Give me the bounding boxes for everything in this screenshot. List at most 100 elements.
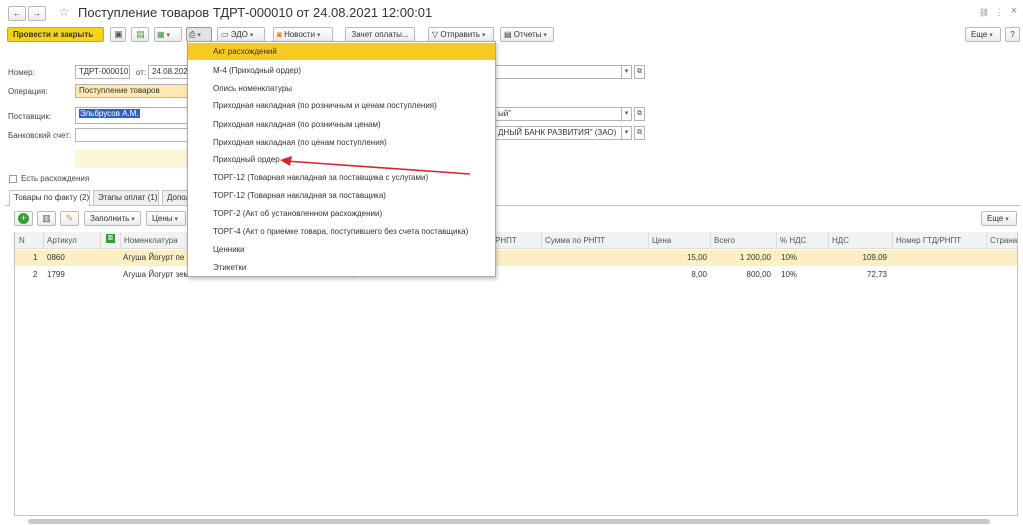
help-button[interactable]: ? <box>1005 27 1020 42</box>
fill-button[interactable]: Заполнить <box>84 211 141 226</box>
row-price: 8,00 <box>691 270 707 279</box>
col-gtd[interactable]: Номер ГТД/РНПТ <box>892 232 986 249</box>
prices-label: Цены <box>152 214 173 223</box>
number-label: Номер: <box>8 68 35 77</box>
tab-additional[interactable]: Дополнительно <box>162 190 189 205</box>
menu-item-inventory-list[interactable]: Опись номенклатуры <box>188 80 495 97</box>
bank-field[interactable]: ДНЫЙ БАНК РАЗВИТИЯ" (ЗАО) <box>494 126 622 140</box>
fill-label: Заполнить <box>90 214 130 223</box>
supplier-label: Поставщик: <box>8 112 52 121</box>
bank-dropdown-icon[interactable]: ▾ <box>621 126 632 140</box>
operation-field[interactable]: Поступление товаров <box>75 84 188 98</box>
row-nomenclature: Агуша Йогурт пе <box>123 253 185 262</box>
tabs-baseline <box>5 205 1020 206</box>
date-field[interactable]: 24.08.2021 <box>148 65 188 79</box>
operation-label: Операция: <box>8 87 48 96</box>
barcode-icon: ▥ <box>42 213 51 223</box>
favorite-star-icon[interactable]: ☆ <box>57 6 71 19</box>
bank-open-icon[interactable]: ⧉ <box>634 126 645 140</box>
row-price: 15,00 <box>686 253 707 262</box>
invoice-payment-button[interactable]: Зачет оплаты... <box>345 27 415 42</box>
row-n: 1 <box>33 253 38 262</box>
nav-back-button[interactable]: ← <box>8 6 26 21</box>
bank-account-field[interactable] <box>75 128 188 142</box>
col-nomenclature[interactable]: Номенклатура <box>120 232 188 249</box>
row-n: 2 <box>33 270 38 279</box>
bank-account-label: Банковский счет: <box>8 131 72 140</box>
row-vat-rate: 10% <box>781 270 798 279</box>
menu-item-labels[interactable]: Этикетки <box>188 259 495 276</box>
supplier-field[interactable]: Эльбрусов А.М. <box>75 107 188 124</box>
col-sum-rnpt[interactable]: Сумма по РНПТ <box>541 232 648 249</box>
row-total: 800,00 <box>746 270 771 279</box>
news-label: Новости <box>284 30 316 39</box>
contract-dropdown-icon[interactable]: ▾ <box>621 107 632 121</box>
menu-item-torg4[interactable]: ТОРГ-4 (Акт о приемке товара, поступивше… <box>188 223 495 240</box>
warehouse-field[interactable] <box>494 65 622 79</box>
info-panel <box>75 150 188 168</box>
post-button[interactable]: ▤ <box>131 27 149 42</box>
barcode-button[interactable]: ▥ <box>37 211 56 226</box>
more-label: Еще <box>971 30 988 39</box>
edo-button[interactable]: ▭ ЭДО <box>217 27 265 42</box>
save-icon: ▣ <box>114 29 123 39</box>
row-article: 0860 <box>47 253 65 262</box>
add-row-button[interactable]: + <box>14 211 33 226</box>
contract-field[interactable]: ый" <box>494 107 622 121</box>
edo-icon: ▭ <box>221 30 231 39</box>
date-from-label: от: <box>136 68 147 77</box>
tab-payment-stages[interactable]: Этапы оплат (1) <box>93 190 159 205</box>
supplier-value: Эльбрусов А.М. <box>79 109 140 118</box>
number-field[interactable]: ТДРТ-000010 <box>75 65 130 79</box>
col-price[interactable]: Цена <box>648 232 710 249</box>
warehouse-open-icon[interactable]: ⧉ <box>634 65 645 79</box>
page-title: Поступление товаров ТДРТ-000010 от 24.08… <box>78 5 433 20</box>
row-total: 1 200,00 <box>739 253 771 262</box>
print-button[interactable]: ⎙ <box>186 27 212 42</box>
menu-item-receipt-purchase[interactable]: Приходная накладная (по ценам поступлени… <box>188 134 495 151</box>
reports-button[interactable]: ▤ Отчеты <box>500 27 554 42</box>
more-button[interactable]: Еще <box>965 27 1001 42</box>
reports-label: Отчеты <box>513 30 542 39</box>
table-more-button[interactable]: Еще <box>981 211 1017 226</box>
row-vat: 109,09 <box>862 253 887 262</box>
link-icon[interactable]: ⛓ <box>978 6 990 19</box>
send-button[interactable]: ▽ Отправить <box>428 27 494 42</box>
row-vat: 72,73 <box>866 270 887 279</box>
save-button[interactable]: ▣ <box>110 27 126 42</box>
contract-open-icon[interactable]: ⧉ <box>634 107 645 121</box>
annotation-arrow <box>280 156 471 175</box>
create-based-on-button[interactable]: ▦ <box>154 27 182 42</box>
col-vat[interactable]: НДС <box>828 232 892 249</box>
col-total[interactable]: Всего <box>710 232 776 249</box>
post-and-close-button[interactable]: Провести и закрыть <box>7 27 104 42</box>
menu-item-torg12[interactable]: ТОРГ-12 (Товарная накладная за поставщик… <box>188 187 495 204</box>
horizontal-scrollbar[interactable] <box>28 519 990 524</box>
prices-button[interactable]: Цены <box>146 211 186 226</box>
pick-button[interactable]: ✎ <box>60 211 79 226</box>
col-rnpt[interactable]: РНПТ <box>495 232 541 249</box>
more-vertical-icon[interactable]: ⋮ <box>994 6 1004 19</box>
col-country[interactable]: Страна <box>986 232 1017 249</box>
col-vat-rate[interactable]: % НДС <box>776 232 828 249</box>
close-icon[interactable]: × <box>1008 5 1020 18</box>
printer-icon: ⎙ <box>189 30 196 39</box>
menu-item-receipt-retail-and-purchase[interactable]: Приходная накладная (по розничным и цена… <box>188 97 495 114</box>
row-vat-rate: 10% <box>781 253 798 262</box>
warehouse-dropdown-icon[interactable]: ▾ <box>621 65 632 79</box>
table-more-label: Еще <box>987 214 1004 223</box>
menu-item-discrepancy-act[interactable]: Акт расхождений <box>188 43 495 60</box>
tab-goods[interactable]: Товары по факту (2) <box>9 190 90 206</box>
menu-item-m4[interactable]: М-4 (Приходный ордер) <box>188 62 495 79</box>
discrepancies-checkbox[interactable] <box>9 175 17 183</box>
menu-item-torg2[interactable]: ТОРГ-2 (Акт об установленном расхождении… <box>188 205 495 222</box>
edo-label: ЭДО <box>230 30 248 39</box>
menu-item-price-tags[interactable]: Ценники <box>188 241 495 258</box>
news-button[interactable]: ◙ Новости <box>273 27 333 42</box>
menu-item-receipt-retail[interactable]: Приходная накладная (по розничным ценам) <box>188 116 495 133</box>
col-checkbox-header[interactable]: ▥ <box>100 232 120 249</box>
col-article[interactable]: Артикул <box>43 232 100 249</box>
col-n[interactable]: N <box>16 232 43 249</box>
rss-icon: ◙ <box>277 30 285 39</box>
nav-forward-button[interactable]: → <box>28 6 46 21</box>
